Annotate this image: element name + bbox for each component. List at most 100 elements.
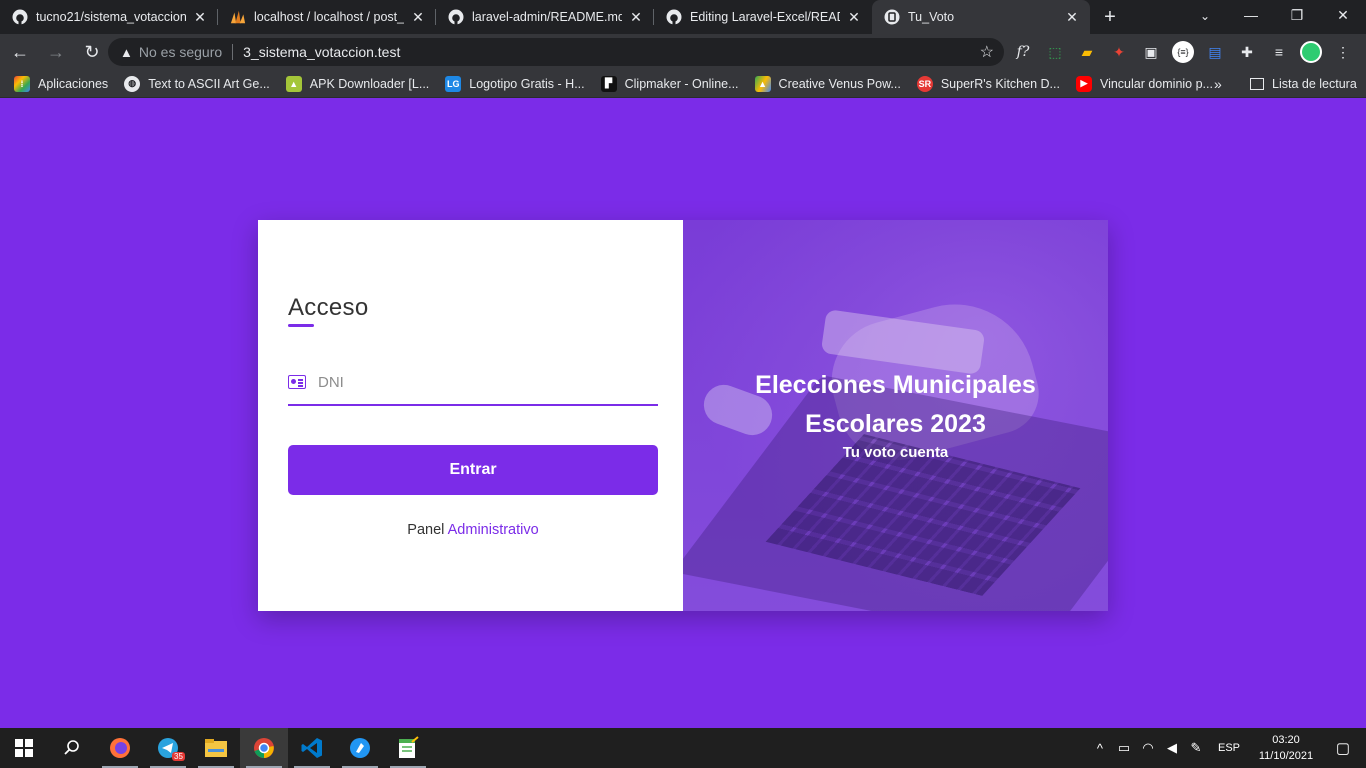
vscode-icon[interactable]: [288, 728, 336, 768]
security-status[interactable]: No es seguro: [139, 44, 222, 60]
divider: [232, 44, 234, 60]
translate-extension-icon[interactable]: ▤: [1202, 38, 1228, 66]
site-icon: [884, 9, 900, 25]
minimize-icon[interactable]: —: [1228, 0, 1274, 30]
telegram-icon[interactable]: 35: [144, 728, 192, 768]
login-submit-button[interactable]: Entrar: [288, 445, 658, 495]
bookmark-star-icon[interactable]: ☆: [980, 42, 994, 62]
id-card-icon: [288, 375, 306, 389]
close-icon[interactable]: ✕: [192, 9, 208, 25]
notification-center-icon[interactable]: ▢: [1320, 739, 1366, 757]
tab-title: localhost / localhost / post_v: [254, 10, 404, 24]
heading-underline: [288, 324, 314, 327]
media-control-icon[interactable]: ≡: [1266, 38, 1292, 66]
reload-icon[interactable]: ↻: [76, 36, 108, 68]
clock-time: 03:20: [1272, 734, 1300, 746]
chrome-icon[interactable]: [240, 728, 288, 768]
page-viewport: Acceso Entrar Panel Administrativo Elecc…: [0, 98, 1366, 728]
restore-icon[interactable]: ❐: [1274, 0, 1320, 30]
bookmark-label: Clipmaker - Online...: [624, 76, 739, 91]
tab-title: Tu_Voto: [908, 10, 955, 24]
youtube-icon: ▶: [1075, 75, 1092, 92]
wappalyzer-extension-icon[interactable]: ▣: [1138, 38, 1164, 66]
wifi-icon[interactable]: ◠: [1136, 728, 1160, 768]
bookmark-item[interactable]: ▲ APK Downloader [L...: [285, 75, 430, 92]
admin-panel-line: Panel Administrativo: [288, 522, 658, 538]
menu-kebab-icon[interactable]: ⋮: [1330, 38, 1356, 66]
dni-field[interactable]: [288, 360, 658, 406]
bookmark-item[interactable]: ▛ Clipmaker - Online...: [600, 75, 739, 92]
windows-taskbar: 35 ^ ▭ ◠ ◀ ✎ ESP 03:20 11/10/2021 ▢: [0, 728, 1366, 768]
drive-icon: ▲: [754, 75, 771, 92]
close-icon[interactable]: ✕: [628, 9, 644, 25]
postman-icon[interactable]: [336, 728, 384, 768]
system-clock[interactable]: 03:20 11/10/2021: [1252, 732, 1320, 764]
bookmark-label: Logotipo Gratis - H...: [469, 76, 585, 91]
bookmark-item[interactable]: LG Logotipo Gratis - H...: [445, 75, 585, 92]
new-tab-button[interactable]: +: [1090, 0, 1130, 34]
tab-github-laravel-admin[interactable]: laravel-admin/README.md a ✕: [436, 0, 654, 34]
search-icon[interactable]: [48, 728, 96, 768]
clipmaker-icon: ▛: [600, 75, 617, 92]
tab-title: tucno21/sistema_votaccion: [36, 10, 186, 24]
reading-list-button[interactable]: Lista de lectura: [1250, 70, 1357, 98]
battery-icon[interactable]: ▭: [1112, 728, 1136, 768]
extensions-area: f? ⬚ ▰ ✦ ▣ {≡} ▤ ✚ ≡ ⋮: [1010, 38, 1362, 66]
windows-start-icon[interactable]: [0, 728, 48, 768]
address-bar[interactable]: ▲ No es seguro 3_sistema_votaccion.test …: [108, 38, 1004, 66]
forward-arrow-icon[interactable]: →: [40, 36, 72, 68]
system-tray: ^ ▭ ◠ ◀ ✎ ESP 03:20 11/10/2021 ▢: [1088, 728, 1366, 768]
hero-title-line2: Escolares 2023: [805, 410, 986, 438]
admin-panel-link[interactable]: Administrativo: [448, 522, 539, 538]
close-icon[interactable]: ✕: [410, 9, 426, 25]
back-arrow-icon[interactable]: ←: [4, 36, 36, 68]
notepad-icon[interactable]: [384, 728, 432, 768]
tab-title: laravel-admin/README.md a: [472, 10, 622, 24]
tab-github-laravel-excel[interactable]: Editing Laravel-Excel/READM ✕: [654, 0, 872, 34]
screenshot-extension-icon[interactable]: ⬚: [1042, 38, 1068, 66]
bookmark-item[interactable]: ◍ Text to ASCII Art Ge...: [124, 75, 270, 92]
bookmark-label: SuperR's Kitchen D...: [940, 76, 1060, 91]
admin-panel-prefix: Panel: [407, 522, 445, 538]
apps-grid-icon: ⁞: [14, 75, 30, 92]
login-panel: Acceso Entrar Panel Administrativo: [258, 220, 683, 611]
reading-list-label: Lista de lectura: [1272, 77, 1357, 91]
tab-github-sistema[interactable]: tucno21/sistema_votaccion ✕: [0, 0, 218, 34]
close-icon[interactable]: ✕: [846, 9, 862, 25]
json-extension-icon[interactable]: {≡}: [1170, 38, 1196, 66]
color-picker-extension-icon[interactable]: ✦: [1106, 38, 1132, 66]
file-explorer-icon[interactable]: [192, 728, 240, 768]
pen-icon[interactable]: ✎: [1184, 728, 1208, 768]
bookmarks-bar: ⁞ Aplicaciones ◍ Text to ASCII Art Ge...…: [0, 70, 1366, 98]
globe-icon: ◍: [124, 75, 141, 92]
bookmark-item[interactable]: ⁞ Aplicaciones: [14, 75, 108, 92]
bookmark-label: Creative Venus Pow...: [778, 76, 901, 91]
close-icon[interactable]: ✕: [1064, 9, 1080, 25]
extensions-puzzle-icon[interactable]: ✚: [1234, 38, 1260, 66]
folder-extension-icon[interactable]: ▰: [1074, 38, 1100, 66]
bookmark-item[interactable]: ▶ Vincular dominio p...: [1075, 75, 1213, 92]
dni-input[interactable]: [318, 373, 658, 391]
tray-chevron-up-icon[interactable]: ^: [1088, 728, 1112, 768]
formula-extension-icon[interactable]: f?: [1010, 38, 1036, 66]
bookmarks-overflow-button[interactable]: »: [1214, 70, 1222, 98]
tab-tu-voto[interactable]: Tu_Voto ✕: [872, 0, 1090, 34]
tab-phpmyadmin[interactable]: localhost / localhost / post_v ✕: [218, 0, 436, 34]
window-controls: — ❐ ✕: [1228, 0, 1366, 34]
bookmark-item[interactable]: ▲ Creative Venus Pow...: [754, 75, 901, 92]
login-heading: Acceso: [288, 294, 369, 321]
volume-icon[interactable]: ◀: [1160, 728, 1184, 768]
close-window-icon[interactable]: ✕: [1320, 0, 1366, 30]
url-text[interactable]: 3_sistema_votaccion.test: [243, 44, 980, 60]
bookmark-label: APK Downloader [L...: [309, 76, 430, 91]
login-card: Acceso Entrar Panel Administrativo Elecc…: [258, 220, 1108, 611]
apk-icon: ▲: [285, 75, 302, 92]
warning-triangle-icon[interactable]: ▲: [120, 45, 133, 60]
tab-strip: tucno21/sistema_votaccion ✕ localhost / …: [0, 0, 1366, 34]
profile-avatar-icon[interactable]: [1298, 38, 1324, 66]
bookmark-item[interactable]: SR SuperR's Kitchen D...: [916, 75, 1060, 92]
tab-search-chevron-icon[interactable]: ⌄: [1190, 2, 1220, 30]
language-indicator[interactable]: ESP: [1218, 742, 1240, 754]
firefox-icon[interactable]: [96, 728, 144, 768]
bookmark-label: Vincular dominio p...: [1099, 76, 1213, 91]
